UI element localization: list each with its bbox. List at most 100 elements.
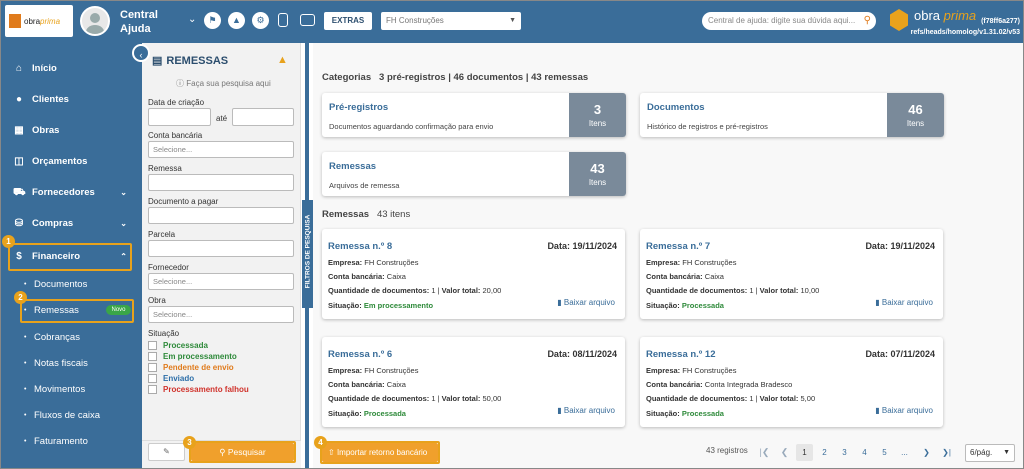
clear-filters-button[interactable]: ✎ bbox=[148, 443, 185, 461]
remessa-valor: 10,00 bbox=[800, 286, 820, 295]
sidebar-subitem-notas-fiscais[interactable]: Notas fiscais bbox=[0, 353, 141, 375]
user-avatar[interactable] bbox=[80, 6, 110, 36]
gear-icon[interactable]: ⚙ bbox=[252, 12, 269, 29]
sidebar-subitem-movimentos[interactable]: Movimentos bbox=[0, 379, 141, 401]
remessa-title[interactable]: Remessa n.º 7 bbox=[646, 241, 710, 252]
date-created-label: Data de criação bbox=[148, 98, 205, 107]
first-page-icon[interactable]: |❮ bbox=[756, 444, 773, 461]
category-card-documentos[interactable]: Documentos Histórico de registros e pré-… bbox=[640, 93, 944, 137]
page-3[interactable]: 3 bbox=[836, 444, 853, 461]
last-page-icon[interactable]: ❯| bbox=[938, 444, 955, 461]
sidebar-subitem-cobrancas[interactable]: Cobranças bbox=[0, 327, 141, 349]
page-1[interactable]: 1 bbox=[796, 444, 813, 461]
search-icon[interactable]: ⚲ bbox=[864, 12, 871, 30]
sidebar-item-compras[interactable]: ⛁ Compras ⌄ bbox=[0, 212, 141, 236]
sidebar-item-inicio[interactable]: ⌂ Início bbox=[0, 57, 141, 81]
remessa-input[interactable] bbox=[148, 174, 294, 191]
category-card-pre-registros[interactable]: Pré-registros Documentos aguardando conf… bbox=[322, 93, 626, 137]
category-card-remessas[interactable]: Remessas Arquivos de remessa 43 Itens bbox=[322, 152, 626, 196]
sidebar-subitem-fluxos-de-caixa[interactable]: Fluxos de caixa bbox=[0, 405, 141, 427]
remessa-card[interactable]: Remessa n.º 7 Data: 19/11/2024 Empresa: … bbox=[640, 229, 943, 319]
extras-button[interactable]: EXTRAS bbox=[324, 12, 372, 30]
obra-select[interactable]: Selecione... bbox=[148, 306, 294, 323]
remessa-label: Remessa bbox=[148, 164, 182, 173]
remessa-empresa: FH Construções bbox=[682, 258, 737, 267]
remessa-status: Processada bbox=[363, 409, 406, 418]
sidebar-item-fornecedores[interactable]: ⛟ Fornecedores ⌄ bbox=[0, 181, 141, 205]
monitor-icon[interactable] bbox=[300, 14, 315, 26]
parcela-input[interactable] bbox=[148, 240, 294, 257]
situacao-checkbox-enviado[interactable]: Enviado bbox=[148, 374, 194, 384]
company-select-value: FH Construções bbox=[386, 16, 444, 25]
file-icon: ▮ bbox=[875, 298, 880, 307]
document-label: Documento a pagar bbox=[148, 197, 219, 206]
download-button[interactable]: ▮ Baixar arquivo bbox=[875, 406, 933, 415]
remessa-empresa: FH Construções bbox=[364, 258, 419, 267]
new-badge: Novo bbox=[106, 305, 131, 315]
remessa-valor: 50,00 bbox=[482, 394, 502, 403]
company-select[interactable]: FH Construções ▼ bbox=[381, 12, 521, 30]
page-ellipsis[interactable]: ... bbox=[896, 444, 913, 461]
graduation-cap-icon[interactable]: ▲ bbox=[228, 12, 245, 29]
sidebar-subitem-faturamento[interactable]: Faturamento bbox=[0, 431, 141, 453]
card-title: Documentos bbox=[647, 102, 705, 113]
date-from-input[interactable] bbox=[148, 108, 211, 126]
next-page-icon[interactable]: ❯ bbox=[918, 444, 935, 461]
document-input[interactable] bbox=[148, 207, 294, 224]
card-count: 46 Itens bbox=[887, 93, 944, 137]
remessa-empresa: FH Construções bbox=[682, 366, 737, 375]
card-count: 43 Itens bbox=[569, 152, 626, 196]
card-title: Pré-registros bbox=[329, 102, 389, 113]
card-title: Remessas bbox=[329, 161, 377, 172]
categories-summary: Categorias 3 pré-registros | 46 document… bbox=[322, 72, 589, 83]
date-to-input[interactable] bbox=[232, 108, 294, 126]
app-logo[interactable]: obraprima bbox=[5, 5, 73, 37]
chevron-down-icon: ⌄ bbox=[120, 188, 127, 197]
card-description: Arquivos de remessa bbox=[329, 181, 400, 190]
sidebar-item-orcamentos[interactable]: ◫ Orçamentos bbox=[0, 150, 141, 174]
building-icon: ▦ bbox=[14, 125, 24, 136]
mobile-icon[interactable] bbox=[278, 13, 288, 27]
page-2[interactable]: 2 bbox=[816, 444, 833, 461]
callout-2: 2 bbox=[14, 291, 27, 304]
download-button[interactable]: ▮ Baixar arquivo bbox=[557, 406, 615, 415]
remessa-title[interactable]: Remessa n.º 6 bbox=[328, 349, 392, 360]
callout-4: 4 bbox=[314, 436, 327, 449]
file-icon: ▮ bbox=[557, 406, 562, 415]
sidebar-item-financeiro[interactable]: $ Financeiro ⌃ bbox=[0, 245, 141, 269]
sidebar-item-clientes[interactable]: ● Clientes bbox=[0, 88, 141, 112]
brand-text-accent: prima bbox=[943, 8, 977, 23]
flag-icon[interactable]: ⚑ bbox=[204, 12, 221, 29]
situacao-checkbox-processada[interactable]: Processada bbox=[148, 341, 208, 351]
situacao-checkbox-em-processamento[interactable]: Em processamento bbox=[148, 352, 237, 362]
remessa-qtd: 1 bbox=[749, 394, 754, 403]
page-4[interactable]: 4 bbox=[856, 444, 873, 461]
truck-icon: ⛟ bbox=[13, 187, 26, 198]
remessa-status: Processada bbox=[681, 301, 724, 310]
page-5[interactable]: 5 bbox=[876, 444, 893, 461]
info-icon: ⓘ bbox=[176, 79, 184, 88]
collapse-sidebar-button[interactable]: ‹ bbox=[132, 44, 150, 62]
help-search-input[interactable]: Central de ajuda: digite sua dúvida aqui… bbox=[702, 12, 876, 30]
remessa-empresa: FH Construções bbox=[364, 366, 419, 375]
fornecedor-select[interactable]: Selecione... bbox=[148, 273, 294, 290]
remessa-card[interactable]: Remessa n.º 8 Data: 19/11/2024 Empresa: … bbox=[322, 229, 625, 319]
situacao-checkbox-falhou[interactable]: Processamento falhou bbox=[148, 385, 249, 395]
remessa-date: Data: 07/11/2024 bbox=[865, 349, 935, 359]
per-page-select[interactable]: 6/pág. ▼ bbox=[965, 444, 1015, 462]
download-button[interactable]: ▮ Baixar arquivo bbox=[557, 298, 615, 307]
remessa-qtd: 1 bbox=[431, 394, 436, 403]
remessa-title[interactable]: Remessa n.º 8 bbox=[328, 241, 392, 252]
remessa-card[interactable]: Remessa n.º 6 Data: 08/11/2024 Empresa: … bbox=[322, 337, 625, 427]
parcela-label: Parcela bbox=[148, 230, 176, 239]
prev-page-icon[interactable]: ❮ bbox=[776, 444, 793, 461]
remessa-title[interactable]: Remessa n.º 12 bbox=[646, 349, 715, 360]
remessa-qtd: 1 bbox=[431, 286, 436, 295]
bank-account-select[interactable]: Selecione... bbox=[148, 141, 294, 158]
graduation-cap-icon[interactable]: ▲ bbox=[277, 54, 288, 66]
situacao-checkbox-pendente[interactable]: Pendente de envio bbox=[148, 363, 234, 373]
chevron-down-icon[interactable]: ⌄ bbox=[188, 14, 196, 25]
download-button[interactable]: ▮ Baixar arquivo bbox=[875, 298, 933, 307]
sidebar-item-obras[interactable]: ▦ Obras bbox=[0, 119, 141, 143]
remessa-card[interactable]: Remessa n.º 12 Data: 07/11/2024 Empresa:… bbox=[640, 337, 943, 427]
